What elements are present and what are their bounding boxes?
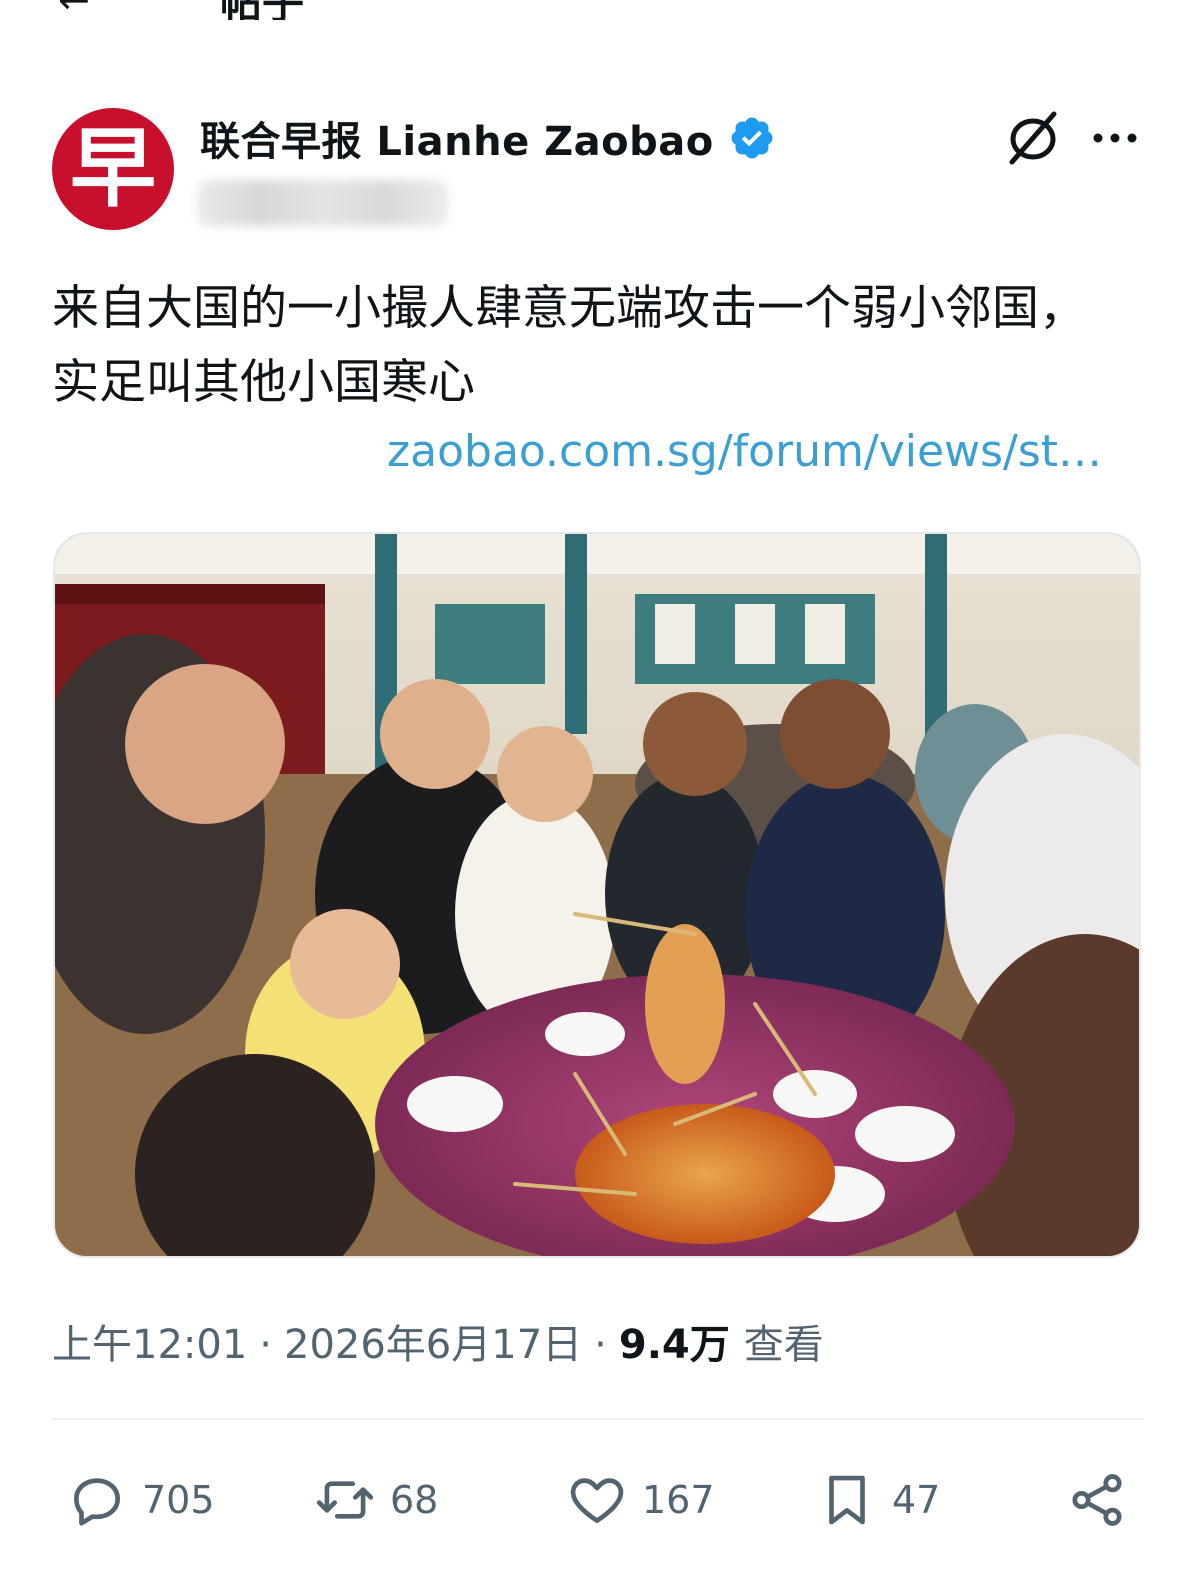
bookmark-count: 47 — [892, 1478, 941, 1522]
like-button[interactable]: 167 — [566, 1460, 715, 1540]
share-icon — [1072, 1474, 1122, 1526]
tweet-photo[interactable] — [53, 532, 1141, 1258]
avatar[interactable]: 早 — [52, 108, 174, 230]
views-count: 9.4万 — [618, 1322, 730, 1368]
bookmark-button[interactable]: 47 — [816, 1460, 940, 1540]
repost-icon — [316, 1481, 374, 1519]
photo-illustration — [55, 534, 1139, 1256]
repost-button[interactable]: 68 — [314, 1460, 438, 1540]
like-count: 167 — [642, 1478, 715, 1522]
grok-icon[interactable] — [1002, 110, 1064, 166]
reply-count: 705 — [142, 1478, 215, 1522]
divider — [52, 1418, 1144, 1420]
meta-separator: · — [259, 1322, 272, 1368]
top-nav: ← 帖子 — [0, 0, 1200, 20]
repost-count: 68 — [390, 1478, 439, 1522]
verified-badge-icon — [731, 117, 773, 159]
arrow-left-icon[interactable]: ← — [58, 0, 90, 20]
avatar-logo: 早 — [70, 118, 156, 219]
display-name[interactable]: 联合早报 Lianhe Zaobao — [200, 109, 714, 167]
more-icon[interactable] — [1088, 118, 1142, 158]
account-name-row[interactable]: 联合早报 Lianhe Zaobao — [200, 108, 776, 168]
tweet-meta: 上午12:01 · 2026年6月17日 · 9.4万 查看 — [52, 1312, 824, 1370]
share-button[interactable] — [1066, 1460, 1128, 1540]
reply-button[interactable]: 705 — [66, 1460, 215, 1540]
nav-title: 帖子 — [220, 0, 304, 20]
views-label: 查看 — [743, 1322, 824, 1368]
tweet-text: 来自大国的一小撮人肆意无端攻击一个弱小邻国，实足叫其他小国寒心 — [52, 281, 1086, 410]
reply-icon — [74, 1478, 120, 1526]
heart-icon — [570, 1478, 624, 1523]
account-handle-blurred — [198, 180, 448, 226]
tweet-time[interactable]: 上午12:01 — [52, 1312, 247, 1370]
action-bar: 705 68 167 47 — [0, 1460, 1200, 1540]
bookmark-icon — [829, 1475, 865, 1525]
tweet-date[interactable]: 2026年6月17日 — [284, 1312, 582, 1370]
meta-separator: · — [594, 1322, 607, 1368]
tweet-link[interactable]: zaobao.com.sg/forum/views/st… — [387, 426, 1102, 477]
